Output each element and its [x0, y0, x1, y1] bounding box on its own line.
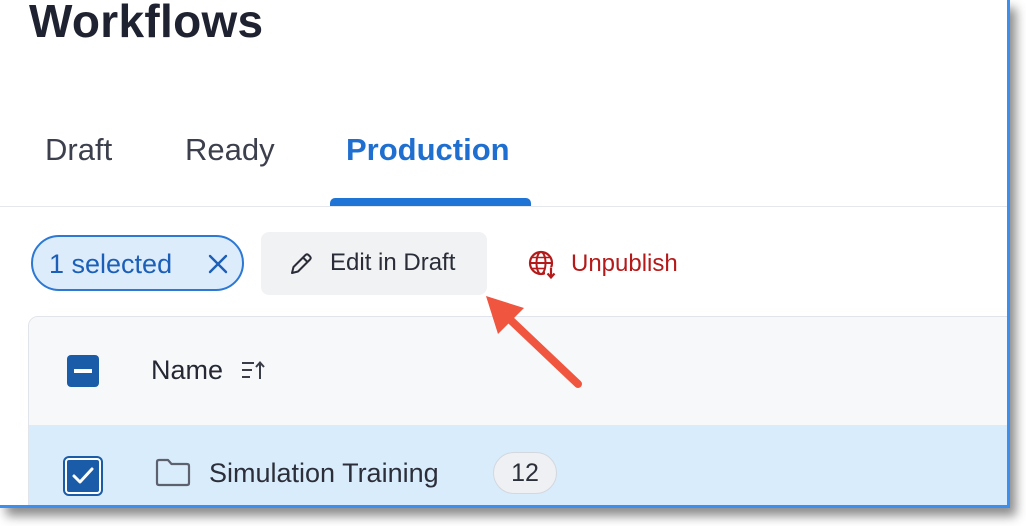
close-icon[interactable] [206, 252, 230, 276]
count-badge: 12 [493, 452, 557, 494]
unpublish-label: Unpublish [571, 250, 678, 277]
tab-draft[interactable]: Draft [45, 132, 112, 168]
select-all-checkbox[interactable] [67, 355, 99, 387]
tab-ready[interactable]: Ready [185, 132, 275, 168]
app-window: Workflows Draft Ready Production 1 selec… [0, 0, 1010, 508]
edit-in-draft-button[interactable]: Edit in Draft [261, 232, 487, 295]
pencil-icon [288, 251, 314, 277]
row-name[interactable]: Simulation Training [209, 458, 439, 489]
sort-ascending-icon[interactable] [240, 359, 270, 383]
globe-download-icon [528, 250, 558, 280]
selection-chip: 1 selected [31, 235, 244, 291]
folder-icon [155, 457, 191, 487]
selection-count-label: 1 selected [49, 249, 173, 279]
row-checkbox[interactable] [65, 458, 101, 494]
tab-production[interactable]: Production [346, 132, 510, 168]
workflows-table: Name Simulation Training 12 [28, 316, 1007, 505]
table-header: Name [29, 317, 1007, 425]
page-title: Workflows [29, 0, 264, 47]
tab-bar: Draft Ready Production [0, 118, 1007, 207]
active-tab-indicator [330, 198, 531, 206]
edit-in-draft-label: Edit in Draft [330, 249, 456, 276]
table-row[interactable]: Simulation Training 12 [29, 425, 1007, 505]
column-header-name[interactable]: Name [151, 355, 223, 386]
